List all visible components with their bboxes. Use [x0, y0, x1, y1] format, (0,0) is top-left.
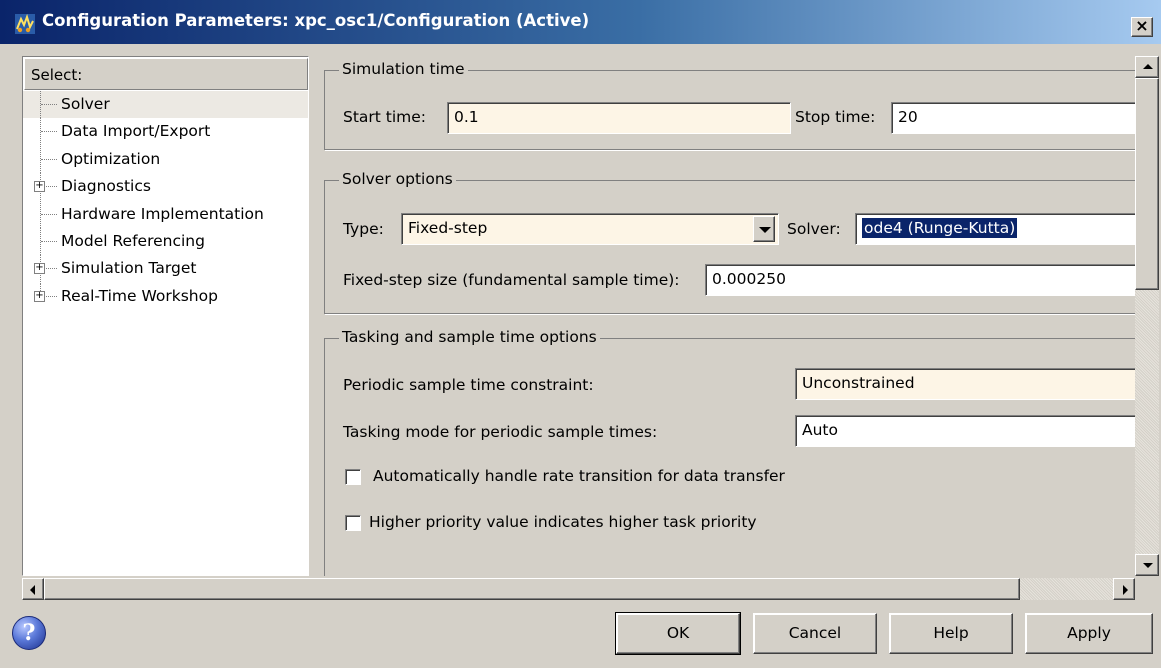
rate-transition-label: Automatically handle rate transition for…: [373, 467, 785, 485]
tree-connector: [41, 240, 57, 242]
tree-item-simulation-target[interactable]: + Simulation Target: [23, 255, 308, 283]
tree-item-label: Optimization: [61, 149, 161, 168]
solver-settings-panel: Simulation time Start time: 0.1 Stop tim…: [312, 56, 1159, 576]
start-time-label: Start time:: [343, 108, 427, 126]
horizontal-scroll-thumb[interactable]: [44, 578, 1020, 600]
stop-time-value: 20: [898, 108, 918, 126]
tree-item-label: Hardware Implementation: [61, 204, 264, 223]
tree-connector: [41, 158, 57, 160]
help-question-icon[interactable]: ?: [12, 616, 46, 650]
solver-label: Solver:: [787, 220, 841, 238]
type-select[interactable]: Fixed-step: [401, 213, 779, 245]
start-time-input[interactable]: 0.1: [447, 102, 791, 134]
fixed-step-size-input[interactable]: 0.000250: [705, 264, 1155, 296]
tasking-group: Tasking and sample time options Periodic…: [324, 328, 1159, 576]
tree-item-optimization[interactable]: Optimization: [23, 145, 308, 173]
stop-time-label: Stop time:: [795, 108, 876, 126]
apply-button[interactable]: Apply: [1025, 613, 1153, 654]
solver-options-group: Solver options Type: Fixed-step Solver: …: [324, 170, 1159, 314]
help-button[interactable]: Help: [889, 613, 1013, 654]
priority-checkbox[interactable]: [345, 515, 361, 531]
rate-transition-checkbox[interactable]: [345, 469, 361, 485]
scroll-right-button[interactable]: [1113, 578, 1135, 600]
periodic-constraint-label: Periodic sample time constraint:: [343, 376, 594, 394]
fixed-step-size-label: Fixed-step size (fundamental sample time…: [343, 271, 680, 289]
window-title: Configuration Parameters: xpc_osc1/Confi…: [42, 11, 590, 30]
tree-item-solver[interactable]: Solver: [23, 91, 308, 119]
priority-label: Higher priority value indicates higher t…: [369, 513, 757, 531]
tasking-mode-select[interactable]: Auto: [795, 415, 1155, 447]
simulation-time-group: Simulation time Start time: 0.1 Stop tim…: [324, 60, 1159, 150]
close-button[interactable]: ×: [1131, 17, 1153, 37]
expand-plus-icon[interactable]: +: [34, 290, 45, 302]
scroll-up-button[interactable]: [1135, 56, 1159, 78]
horizontal-scrollbar[interactable]: [22, 578, 1135, 600]
tasking-mode-label: Tasking mode for periodic sample times:: [343, 423, 658, 441]
vertical-scrollbar[interactable]: [1135, 56, 1159, 576]
tree-connector: [41, 131, 57, 133]
tree-item-data-import-export[interactable]: Data Import/Export: [23, 118, 308, 146]
tree-item-label: Data Import/Export: [61, 122, 211, 141]
type-label: Type:: [343, 220, 384, 238]
tree-list: Solver Data Import/Export Optimization +…: [23, 91, 308, 310]
tree-item-diagnostics[interactable]: + Diagnostics: [23, 173, 308, 201]
solver-options-legend: Solver options: [339, 170, 456, 188]
solver-select-value: ode4 (Runge-Kutta): [862, 218, 1018, 238]
scroll-left-button[interactable]: [22, 578, 44, 600]
start-time-value: 0.1: [454, 108, 479, 126]
simulink-app-icon: [15, 13, 35, 34]
stop-time-input[interactable]: 20: [891, 102, 1151, 134]
scroll-down-button[interactable]: [1135, 554, 1159, 576]
vertical-scroll-thumb[interactable]: [1135, 78, 1159, 290]
simulation-time-legend: Simulation time: [339, 60, 468, 78]
cancel-button[interactable]: Cancel: [753, 613, 877, 654]
config-parameters-dialog: Configuration Parameters: xpc_osc1/Confi…: [0, 0, 1161, 668]
type-select-value: Fixed-step: [408, 219, 488, 237]
tasking-mode-value: Auto: [802, 421, 838, 439]
tree-item-real-time-workshop[interactable]: + Real-Time Workshop: [23, 282, 308, 310]
periodic-constraint-value: Unconstrained: [802, 374, 915, 392]
fixed-step-size-value: 0.000250: [712, 270, 786, 288]
tree-item-label: Model Referencing: [61, 231, 205, 250]
tree-item-model-referencing[interactable]: Model Referencing: [23, 227, 308, 255]
tree-item-label: Simulation Target: [61, 259, 197, 278]
expand-plus-icon[interactable]: +: [34, 181, 45, 193]
solver-select[interactable]: ode4 (Runge-Kutta): [855, 213, 1155, 245]
ok-button[interactable]: OK: [615, 612, 741, 655]
tree-item-label: Real-Time Workshop: [61, 286, 218, 305]
tree-item-label: Solver: [59, 94, 112, 114]
periodic-constraint-select[interactable]: Unconstrained: [795, 368, 1155, 400]
title-bar[interactable]: Configuration Parameters: xpc_osc1/Confi…: [0, 0, 1161, 44]
expand-plus-icon[interactable]: +: [34, 263, 45, 275]
tree-header: Select:: [24, 58, 308, 90]
close-icon: ×: [1135, 16, 1149, 35]
select-tree-panel: Select: Solver Data Import/Export Optimi…: [22, 56, 309, 576]
tree-connector: [41, 104, 57, 105]
tree-item-label: Diagnostics: [61, 177, 151, 196]
tasking-legend: Tasking and sample time options: [339, 328, 600, 346]
tree-item-hardware-implementation[interactable]: Hardware Implementation: [23, 200, 308, 228]
type-dropdown-button[interactable]: [753, 216, 775, 242]
tree-connector: [41, 213, 57, 215]
